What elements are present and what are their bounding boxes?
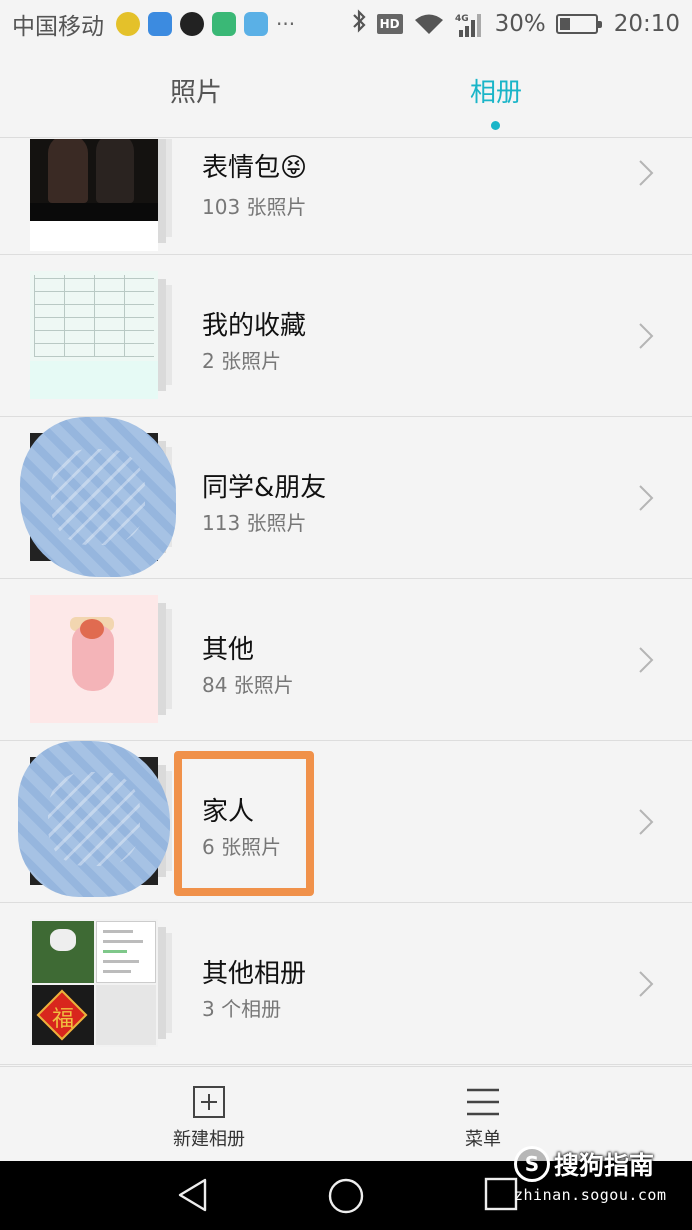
album-name: 表情包😝 bbox=[202, 153, 308, 183]
status-left: 中国移动 ··· bbox=[12, 7, 295, 41]
tab-photos[interactable]: 照片 bbox=[96, 72, 296, 109]
status-right: HD 4G 30% 20:10 bbox=[351, 9, 680, 39]
new-album-label: 新建相册 bbox=[173, 1129, 245, 1150]
back-triangle-icon bbox=[178, 1178, 207, 1212]
network-type-label: 4G bbox=[455, 14, 469, 24]
hamburger-menu-icon bbox=[467, 1088, 499, 1116]
recent-square-icon bbox=[484, 1177, 518, 1211]
album-count: 103 张照片 bbox=[202, 195, 307, 219]
chevron-right-icon bbox=[632, 640, 658, 680]
app-notification-icon bbox=[116, 12, 140, 36]
album-count: 84 张照片 bbox=[202, 673, 294, 697]
more-notifications-icon: ··· bbox=[276, 12, 296, 36]
sogou-logo-icon: S bbox=[514, 1146, 550, 1182]
chevron-right-icon bbox=[632, 153, 658, 193]
redaction-scribble bbox=[20, 417, 176, 577]
recent-apps-button[interactable] bbox=[484, 1177, 518, 1215]
bluetooth-icon bbox=[351, 9, 367, 39]
album-count: 3 个相册 bbox=[202, 997, 282, 1021]
status-bar: 中国移动 ··· HD 4G 30% 20:10 bbox=[0, 0, 692, 48]
active-tab-indicator bbox=[491, 121, 500, 130]
new-album-button[interactable]: 新建相册 bbox=[134, 1085, 284, 1151]
highlight-annotation-box bbox=[174, 751, 314, 896]
watermark-text: 搜狗指南 bbox=[554, 1151, 655, 1180]
album-row-family[interactable]: 家人 6 张照片 bbox=[0, 741, 692, 903]
album-row-emoji[interactable]: 表情包😝 103 张照片 bbox=[0, 139, 692, 255]
album-thumbnail bbox=[30, 271, 172, 399]
clock: 20:10 bbox=[613, 11, 680, 37]
carrier-label: 中国移动 bbox=[12, 14, 104, 40]
album-name: 同学&朋友 bbox=[202, 473, 327, 503]
album-name: 我的收藏 bbox=[202, 311, 307, 341]
album-cover-image bbox=[30, 139, 158, 251]
chevron-right-icon bbox=[632, 316, 658, 356]
health-app-icon bbox=[244, 12, 268, 36]
cell-signal-icon: 4G bbox=[455, 12, 485, 37]
album-row-other[interactable]: 其他 84 张照片 bbox=[0, 579, 692, 741]
album-row-classmates[interactable]: 同学&朋友 113 张照片 bbox=[0, 417, 692, 579]
sogou-watermark: S 搜狗指南 zhinan.sogou.com bbox=[514, 1140, 689, 1210]
security-shield-icon bbox=[212, 12, 236, 36]
album-cover-image: 福 bbox=[30, 919, 158, 1047]
album-name: 其他 bbox=[202, 635, 255, 665]
wifi-icon bbox=[413, 12, 445, 36]
chevron-right-icon bbox=[632, 802, 658, 842]
hd-badge: HD bbox=[376, 14, 403, 34]
album-cover-image bbox=[30, 271, 158, 399]
album-row-favorites[interactable]: 我的收藏 2 张照片 bbox=[0, 255, 692, 417]
album-cover-image bbox=[30, 595, 158, 723]
album-name: 其他相册 bbox=[202, 959, 307, 989]
album-row-other-albums[interactable]: 福 其他相册 3 个相册 bbox=[0, 903, 692, 1065]
battery-level bbox=[559, 18, 570, 30]
redaction-scribble bbox=[18, 741, 170, 897]
album-thumbnail: 福 bbox=[30, 919, 172, 1047]
watermark-url: zhinan.sogou.com bbox=[514, 1186, 667, 1204]
tab-albums[interactable]: 相册 bbox=[396, 72, 596, 109]
home-circle-icon bbox=[328, 1178, 364, 1214]
album-thumbnail bbox=[30, 139, 172, 251]
battery-icon bbox=[555, 14, 602, 34]
chevron-right-icon bbox=[632, 964, 658, 1004]
album-list: 表情包😝 103 张照片 我的收藏 2 张照片 同学&朋友 113 张照片 其他… bbox=[0, 139, 692, 1065]
tab-header: 照片 相册 bbox=[0, 48, 692, 138]
fu-character: 福 bbox=[51, 1007, 74, 1032]
home-button[interactable] bbox=[327, 1177, 365, 1219]
back-button[interactable] bbox=[175, 1177, 211, 1217]
album-thumbnail bbox=[30, 595, 172, 723]
wifi-service-icon bbox=[148, 12, 172, 36]
battery-percent: 30% bbox=[494, 11, 546, 37]
add-square-icon bbox=[193, 1086, 225, 1118]
qq-icon bbox=[180, 12, 204, 36]
album-count: 113 张照片 bbox=[202, 511, 307, 535]
chevron-right-icon bbox=[632, 478, 658, 518]
album-count: 2 张照片 bbox=[202, 349, 282, 373]
